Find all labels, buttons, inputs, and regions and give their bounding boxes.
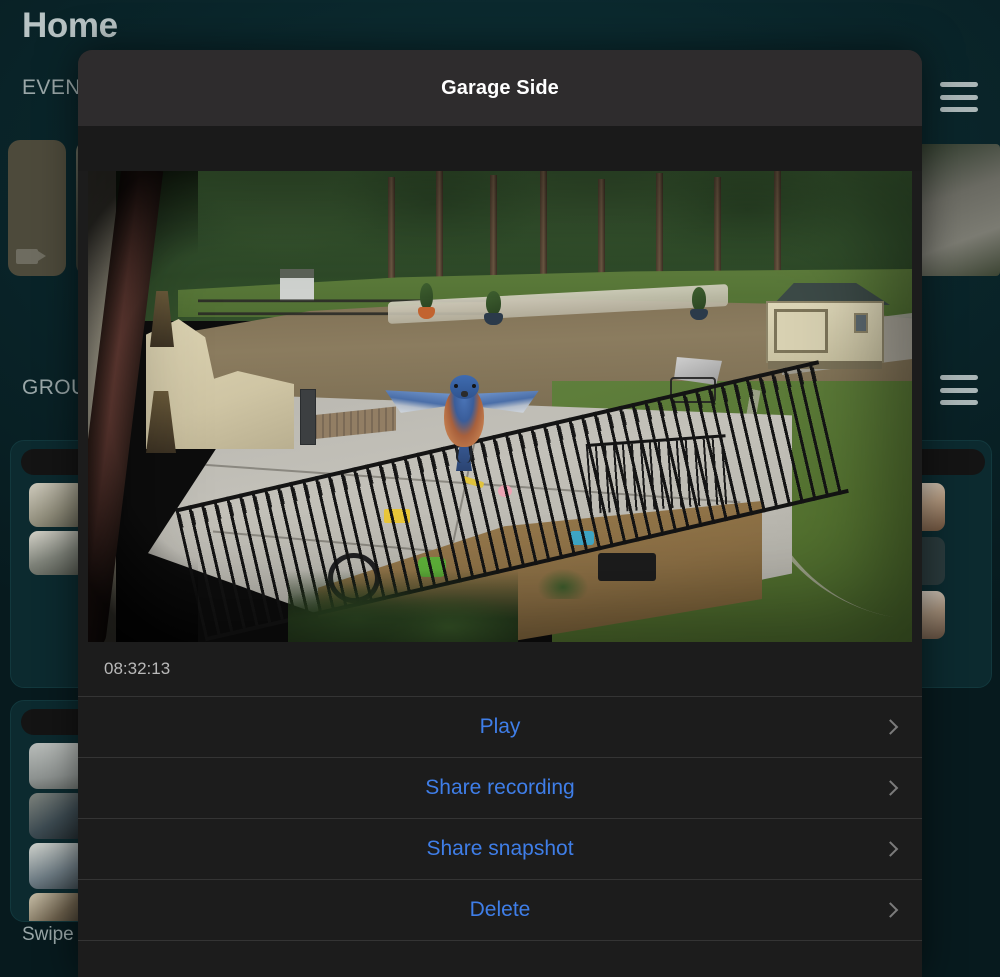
topiary-plant (420, 283, 433, 309)
chevron-right-icon (882, 841, 899, 857)
recording-timestamp: 08:32:13 (104, 659, 171, 678)
action-row-share-recording[interactable]: Share recording (78, 757, 922, 818)
modal-header: Garage Side (78, 50, 922, 126)
action-label: Delete (469, 898, 531, 921)
hedge-bush (288, 570, 518, 642)
video-camera-icon (16, 249, 46, 264)
action-label: Share snapshot (426, 837, 574, 860)
small-shrub (538, 569, 588, 599)
group-thumbnail[interactable] (29, 893, 85, 921)
video-player[interactable] (88, 171, 912, 642)
action-row-share-snapshot[interactable]: Share snapshot (78, 818, 922, 879)
hamburger-bar (940, 82, 978, 87)
camera-scene (88, 171, 912, 642)
hamburger-icon[interactable] (940, 375, 978, 405)
bird-beak (461, 391, 468, 397)
shed-window (854, 313, 868, 333)
topiary-plant (486, 291, 501, 315)
chevron-right-icon (882, 902, 899, 918)
chevron-right-icon (882, 719, 899, 735)
modal-subbar (78, 126, 922, 171)
event-thumbnail-driveway[interactable] (914, 144, 1000, 276)
action-row-play[interactable]: Play (78, 696, 922, 757)
group-thumbnail[interactable] (29, 531, 85, 575)
group-thumbnail[interactable] (29, 843, 85, 889)
group-thumbnail[interactable] (29, 743, 85, 789)
bluebird (398, 367, 528, 497)
hamburger-bar (940, 375, 978, 380)
hamburger-bar (940, 400, 978, 405)
modal-title: Garage Side (441, 76, 559, 99)
event-thumbnail[interactable] (8, 140, 66, 276)
camera-detail-modal: Garage Side 08:32:13 Play Share recordin… (78, 50, 922, 977)
bird-eye (454, 384, 458, 388)
hamburger-bar (940, 107, 978, 112)
bird-eye (472, 384, 476, 388)
action-list: Play Share recording Share snapshot Dele… (78, 696, 922, 941)
page-title: Home (22, 6, 118, 45)
hamburger-icon[interactable] (940, 82, 978, 112)
hamburger-bar (940, 387, 978, 393)
group-thumbnail[interactable] (29, 483, 85, 527)
group-thumbnail[interactable] (29, 793, 85, 839)
lens-vignette-left (88, 171, 198, 642)
hamburger-bar (940, 94, 978, 100)
chevron-right-icon (882, 780, 899, 796)
topiary-plant (692, 287, 706, 311)
timestamp-row: 08:32:13 (78, 642, 922, 696)
modal-footer (78, 941, 922, 977)
action-row-delete[interactable]: Delete (78, 879, 922, 940)
utility-box (300, 389, 316, 445)
action-label: Share recording (425, 776, 575, 799)
action-label: Play (479, 715, 521, 738)
